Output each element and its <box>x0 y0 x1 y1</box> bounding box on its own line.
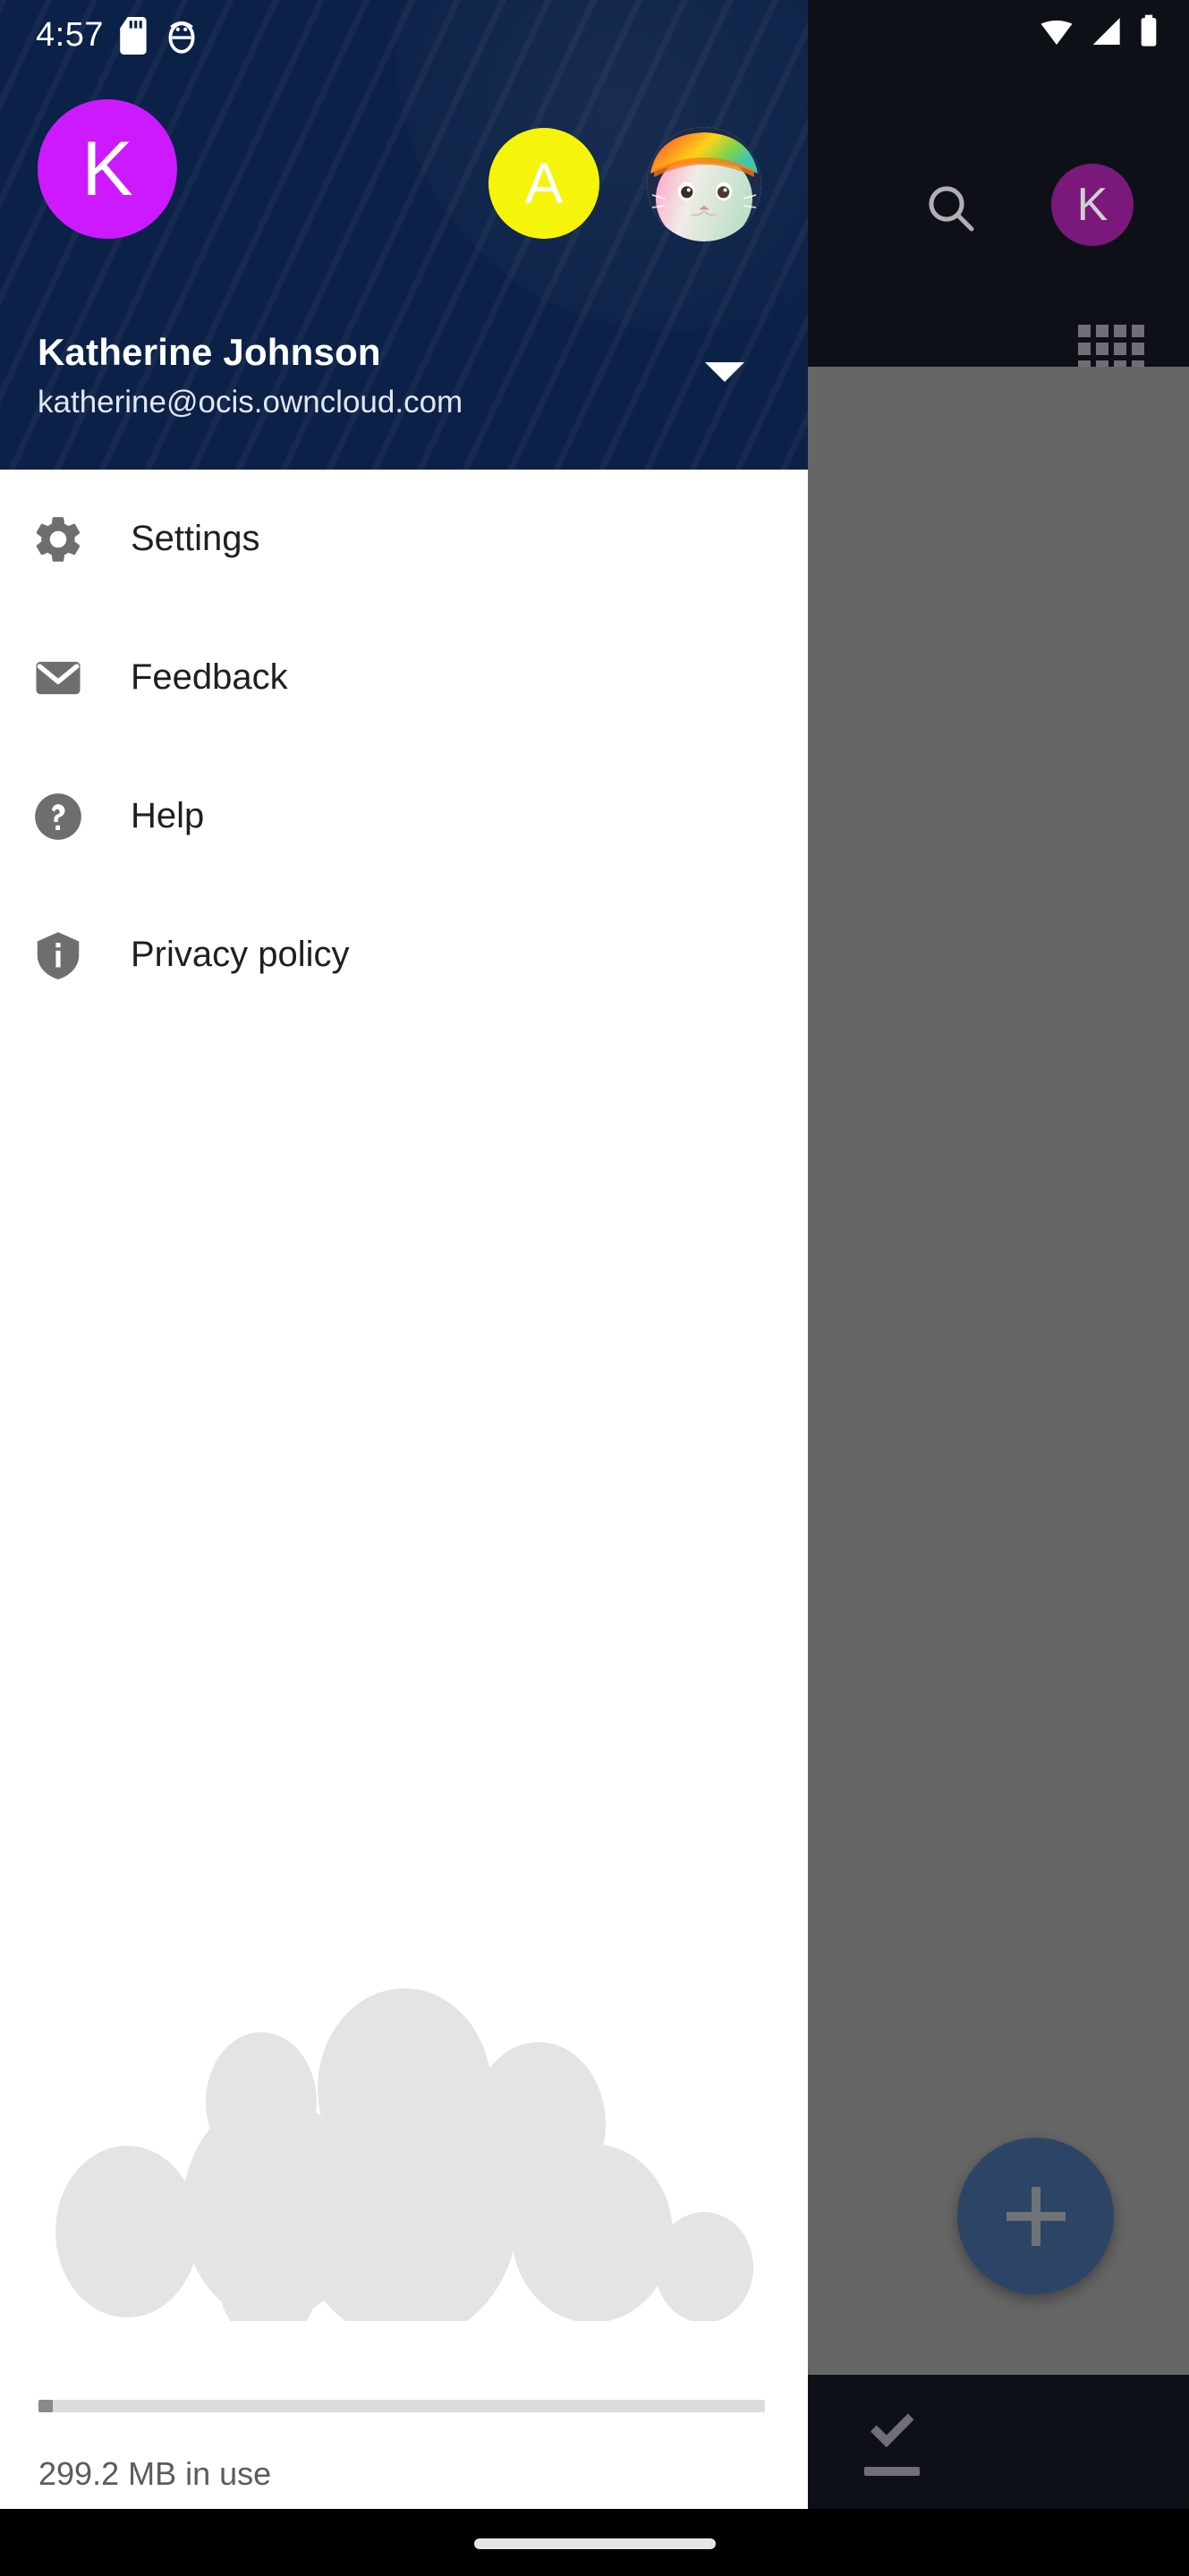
status-bar-right-icons <box>1039 0 1162 63</box>
drawer-menu-list: Settings Feedback Help Privacy policy <box>0 470 808 1024</box>
bug-icon <box>168 21 195 54</box>
grid-view-icon[interactable] <box>1078 325 1144 373</box>
other-account-avatar[interactable]: A <box>488 128 599 239</box>
home-gesture-pill[interactable] <box>473 2538 716 2549</box>
sd-card-icon <box>120 16 147 55</box>
avatar-initial: A <box>524 151 564 216</box>
drawer-item-privacy-policy[interactable]: Privacy policy <box>0 886 808 1024</box>
wifi-icon <box>1040 20 1073 45</box>
shield-info-icon <box>30 928 131 983</box>
drawer-item-help[interactable]: Help <box>0 747 808 886</box>
storage-quota: 299.2 MB in use <box>38 2400 765 2493</box>
drawer-item-label: Help <box>131 796 205 835</box>
check-icon <box>870 2413 914 2448</box>
chevron-down-icon[interactable] <box>705 362 744 382</box>
gear-icon <box>30 512 131 567</box>
drawer-item-settings[interactable]: Settings <box>0 470 808 608</box>
navigation-drawer: 4:57 K A Katherine Johnson katherine@oci… <box>0 0 808 2509</box>
status-bar-clock: 4:57 <box>36 16 104 54</box>
quota-progress-fill <box>38 2400 54 2412</box>
avatar-initial: K <box>81 125 133 212</box>
owncloud-cloud-logo <box>38 1945 771 2342</box>
quota-label: 299.2 MB in use <box>38 2455 272 2492</box>
quota-progress-track <box>38 2400 765 2412</box>
cat-photo-avatar <box>647 127 761 242</box>
drawer-account-header[interactable]: 4:57 K A Katherine Johnson katherine@oci… <box>0 0 808 470</box>
drawer-item-label: Settings <box>131 519 260 558</box>
search-icon[interactable] <box>921 179 979 241</box>
account-avatar-toolbar[interactable]: K <box>1051 164 1134 246</box>
cellular-signal-icon <box>1092 18 1120 45</box>
envelope-icon <box>30 650 131 706</box>
help-circle-icon <box>30 789 131 844</box>
drawer-item-feedback[interactable]: Feedback <box>0 608 808 747</box>
drawer-item-label: Privacy policy <box>131 935 350 974</box>
account-email: katherine@ocis.owncloud.com <box>38 385 463 419</box>
bottom-nav-underline <box>863 2467 920 2476</box>
other-account-avatar-photo[interactable] <box>647 127 761 242</box>
current-account-avatar[interactable]: K <box>38 99 177 239</box>
status-bar-left: 4:57 <box>36 16 197 55</box>
account-display-name: Katherine Johnson <box>38 331 381 373</box>
add-fab[interactable] <box>957 2138 1114 2294</box>
plus-icon-cross <box>1006 2211 1066 2221</box>
drawer-item-label: Feedback <box>131 657 288 697</box>
battery-icon <box>1141 14 1157 47</box>
